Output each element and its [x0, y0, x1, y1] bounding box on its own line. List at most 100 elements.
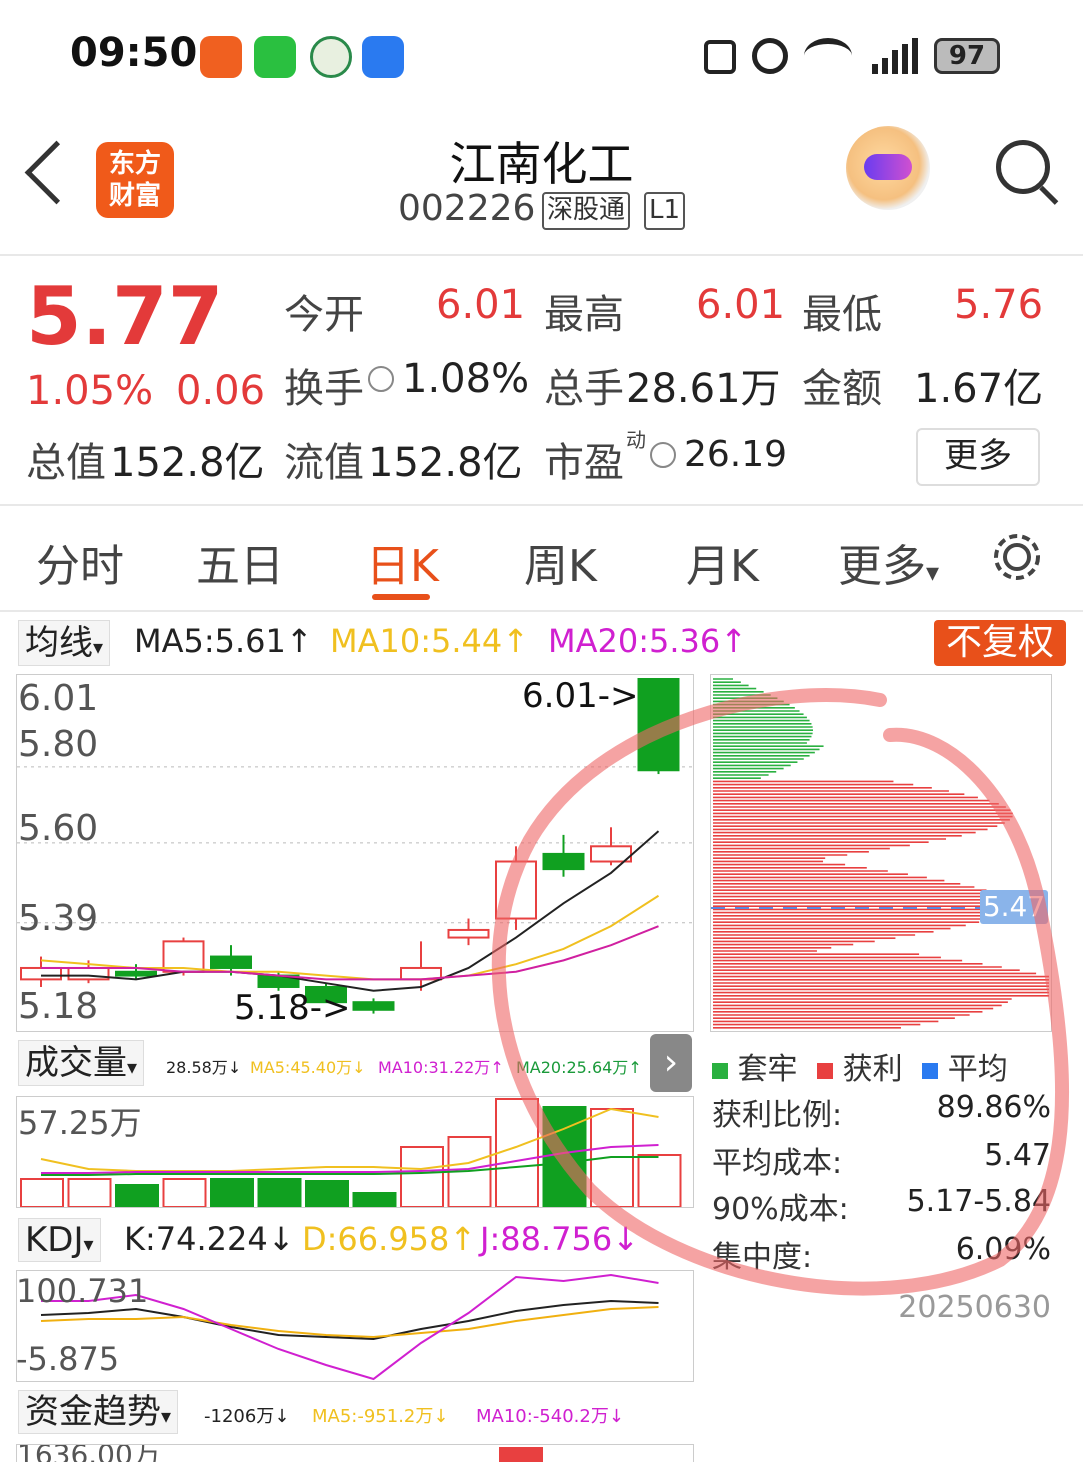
volume-bar [257, 1178, 302, 1207]
avg-cost-label: 平均成本: [712, 1146, 843, 1181]
pe-label: 市盈 [544, 440, 624, 486]
y-label-low: 5.18 [18, 986, 99, 1027]
volume-ma20: MA20:25.64万↑ [516, 1058, 642, 1077]
ma10-value: MA10:5.44↑ [330, 622, 530, 660]
adjust-mode-button[interactable]: 不复权 [934, 620, 1066, 666]
candle [495, 860, 537, 920]
profit-ratio-label: 获利比例: [712, 1098, 843, 1133]
avg-cost-value: 5.47 [984, 1138, 1051, 1173]
open-value: 6.01 [436, 282, 526, 328]
cost90-label: 90%成本: [712, 1192, 849, 1227]
y-label-high: 6.01 [18, 678, 99, 719]
kline-chart[interactable] [16, 674, 694, 1032]
kdj-dropdown[interactable]: KDJ▾ [18, 1218, 101, 1262]
active-tab-indicator [372, 594, 430, 600]
volume-value: 28.61万 [626, 366, 781, 412]
tabs-divider [0, 610, 1083, 612]
kdj-max-label: 100.731 [16, 1272, 149, 1310]
volume-dropdown[interactable]: 成交量▾ [18, 1040, 145, 1086]
fund-max-label: 1636.00万 [17, 1444, 161, 1462]
high-value: 6.01 [696, 282, 786, 328]
settings-gear-icon[interactable] [990, 530, 1044, 584]
volume-bar [352, 1192, 397, 1207]
fund-trend-chart: 1636.00万 [16, 1444, 694, 1462]
open-label: 今开 [284, 292, 364, 338]
nfc-icon [704, 40, 736, 74]
volume-max-label: 57.25万 [18, 1104, 142, 1142]
y-label: 5.60 [18, 808, 99, 849]
volume-bar [637, 1154, 682, 1207]
indicator-dropdown[interactable]: 均线▾ [18, 620, 111, 666]
volume-bar [305, 1180, 349, 1207]
amount-label: 金额 [802, 366, 882, 412]
candle [590, 845, 632, 863]
chip-distribution-chart [710, 674, 1052, 1032]
kdj-k: K:74.224↓ [124, 1220, 295, 1258]
bank-icon [310, 36, 352, 78]
wechat-icon [254, 36, 296, 78]
current-price: 5.77 [26, 270, 224, 363]
concentration-value: 6.09% [955, 1232, 1051, 1267]
change-percent: 1.05% [26, 368, 154, 414]
cost90-value: 5.17-5.84 [906, 1184, 1051, 1219]
fund-trend-dropdown[interactable]: 资金趋势▾ [18, 1390, 179, 1434]
kdj-line [40, 1306, 659, 1339]
pe-value: 26.19 [684, 434, 788, 475]
low-note: 5.18-> [234, 988, 351, 1028]
info-icon[interactable] [650, 442, 676, 468]
concentration-label: 集中度: [712, 1240, 813, 1275]
volume-bar [162, 1178, 207, 1207]
fund-value: -1206万↓ [204, 1406, 290, 1427]
low-value: 5.76 [954, 282, 1044, 328]
info-icon[interactable] [368, 366, 394, 392]
stock-connect-tag: 深股通 [542, 192, 631, 230]
status-time: 09:50 [70, 30, 198, 76]
volume-bar [20, 1178, 64, 1207]
tab-five-day[interactable]: 五日 [196, 530, 284, 594]
mktcap-value: 152.8亿 [110, 440, 265, 486]
tab-more[interactable]: 更多▾ [838, 530, 939, 594]
app-notification-icon [200, 36, 242, 78]
level-tag: L1 [644, 192, 686, 230]
amount-value: 1.67亿 [914, 366, 1044, 412]
candle [542, 852, 585, 871]
tab-intraday[interactable]: 分时 [36, 530, 124, 594]
message-icon [362, 36, 404, 78]
volume-bar [67, 1178, 112, 1207]
battery-indicator: 97 [934, 38, 1000, 74]
volume-bar [495, 1098, 539, 1207]
tab-weekly-k[interactable]: 周K [524, 530, 597, 594]
volume-ma5: MA5:45.40万↓ [250, 1058, 366, 1077]
more-button[interactable]: 更多 [916, 428, 1040, 486]
volume-current: 28.58万↓ [166, 1058, 242, 1077]
candle [20, 966, 62, 981]
chip-legend: 套牢 获利 平均 [712, 1044, 1008, 1088]
fund-ma5: MA5:-951.2万↓ [312, 1406, 449, 1427]
search-icon[interactable] [996, 140, 1050, 194]
candle [447, 928, 490, 939]
turnover-label: 换手 [284, 366, 364, 412]
kdj-min-label: -5.875 [16, 1340, 120, 1378]
pe-dynamic-sup: 动 [626, 428, 646, 452]
candle [637, 678, 680, 772]
volume-ma10: MA10:31.22万↑ [378, 1058, 504, 1077]
ma20-value: MA20:5.36↑ [548, 622, 748, 660]
expand-panel-icon[interactable]: › [650, 1034, 692, 1092]
float-value: 152.8亿 [368, 440, 523, 486]
tab-daily-k[interactable]: 日K [366, 530, 439, 594]
header-divider [0, 254, 1083, 256]
volume-bar [400, 1146, 444, 1207]
high-note: 6.01-> [522, 676, 639, 716]
kdj-j: J:88.756↓ [480, 1220, 639, 1258]
high-label: 最高 [544, 292, 624, 338]
assistant-robot-icon[interactable] [846, 126, 930, 210]
avg-cost-badge: 5.47 [980, 890, 1048, 924]
low-label: 最低 [802, 292, 882, 338]
fund-ma10: MA10:-540.2万↓ [476, 1406, 624, 1427]
turnover-value: 1.08% [402, 356, 530, 402]
y-label: 5.39 [18, 898, 99, 939]
float-label: 流值 [284, 440, 364, 486]
ma5-value: MA5:5.61↑ [134, 622, 313, 660]
profit-ratio-value: 89.86% [936, 1090, 1051, 1125]
tab-monthly-k[interactable]: 月K [686, 530, 759, 594]
